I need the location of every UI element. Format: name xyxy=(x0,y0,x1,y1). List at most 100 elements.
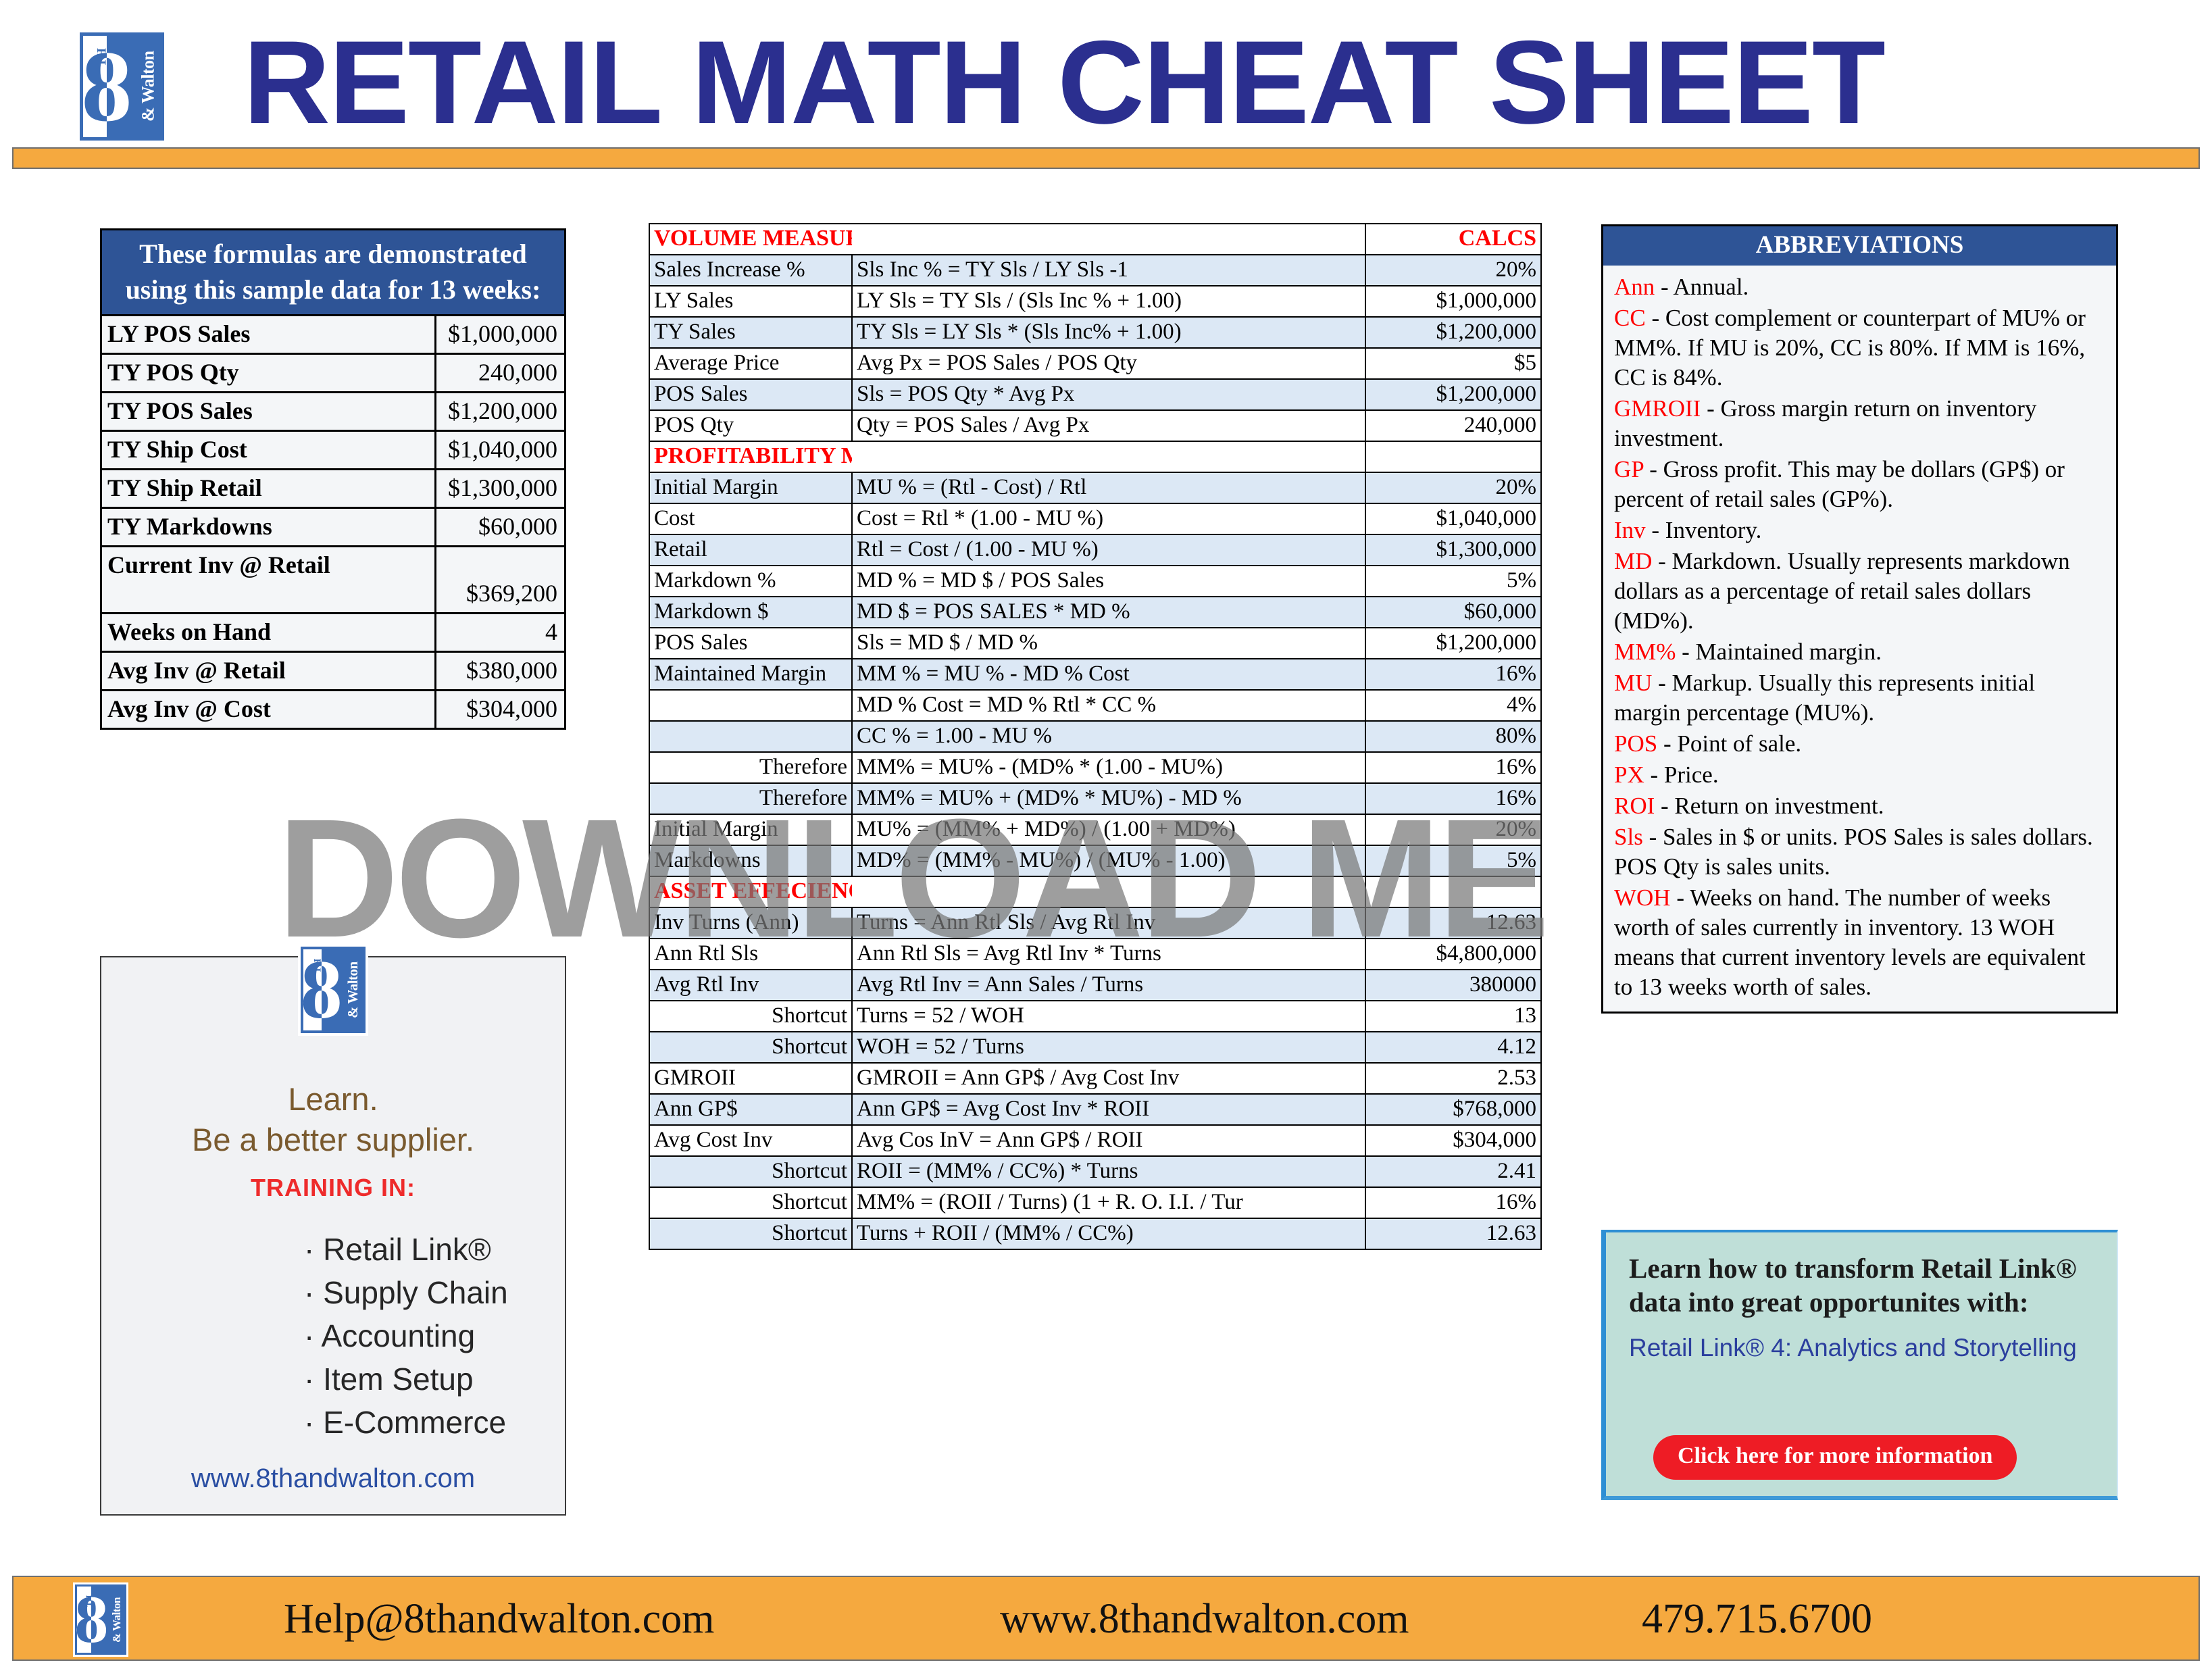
formula-expression: MD $ = POS SALES * MD % xyxy=(851,596,1366,628)
formula-row: POS Qty Qty = POS Sales / Avg Px 240,000 xyxy=(649,409,1542,442)
formula-expression: LY Sls = TY Sls / (Sls Inc % + 1.00) xyxy=(851,285,1366,318)
formula-row: Avg Cost Inv Avg Cos InV = Ann GP$ / ROII… xyxy=(649,1124,1542,1157)
company-logo: 8 8 TH & Walton xyxy=(80,32,164,141)
sample-data-heading: These formulas are demonstrated using th… xyxy=(102,230,564,314)
abbreviation-entry: ROI - Return on investment. xyxy=(1614,791,2107,821)
sample-data-row: Current Inv @ Retail $369,200 xyxy=(102,545,564,612)
formula-calc-value: $1,000,000 xyxy=(1365,285,1542,318)
promo-tagline: Learn. Be a better supplier. xyxy=(101,1079,565,1160)
formula-row: Markdowns MD% = (MM% - MU%) / (MU% - 1.00… xyxy=(649,845,1542,877)
formula-row: CC % = 1.00 - MU % 80% xyxy=(649,720,1542,753)
formula-row: Therefore MM% = MU% + (MD% * MU%) - MD % 1… xyxy=(649,782,1542,815)
formula-label: Sales Increase % xyxy=(649,254,853,286)
section-title-spacer xyxy=(852,441,1366,473)
promo-tagline-line1: Learn. xyxy=(288,1081,378,1117)
sample-data-row: TY POS Qty 240,000 xyxy=(102,353,564,391)
formula-calc-value: 80% xyxy=(1365,720,1542,753)
formula-calc-value: $5 xyxy=(1365,347,1542,380)
sample-data-value: $1,200,000 xyxy=(436,393,564,430)
formula-calc-value: 20% xyxy=(1365,814,1542,846)
sample-data-value: 4 xyxy=(436,614,564,651)
formula-expression: Rtl = Cost / (1.00 - MU %) xyxy=(851,534,1366,566)
abbreviation-definition: - Return on investment. xyxy=(1655,793,1884,819)
sample-data-label: Current Inv @ Retail xyxy=(102,547,436,612)
promo-training-label: TRAINING IN: xyxy=(251,1174,416,1201)
formula-expression: Turns = Ann Rtl Sls / Avg Rtl Inv xyxy=(851,907,1366,939)
formula-calc-value: $1,300,000 xyxy=(1365,534,1542,566)
formula-calc-value: 380000 xyxy=(1365,969,1542,1001)
formula-row: Shortcut ROII = (MM% / CC%) * Turns 2.41 xyxy=(649,1155,1542,1188)
formula-expression: GMROII = Ann GP$ / Avg Cost Inv xyxy=(851,1062,1366,1095)
formula-row: Shortcut MM% = (ROII / Turns) (1 + R. O. … xyxy=(649,1187,1542,1219)
formula-label: Avg Cost Inv xyxy=(649,1124,853,1157)
section-calcs-spacer xyxy=(1365,441,1542,473)
promo-training-item: · Retail Link® xyxy=(304,1232,491,1267)
formula-row: TY Sales TY Sls = LY Sls * (Sls Inc% + 1.… xyxy=(649,316,1542,349)
abbreviation-definition: - Point of sale. xyxy=(1657,730,1802,757)
section-title: VOLUME MEASURES xyxy=(649,223,852,255)
abbreviation-key: MU xyxy=(1614,670,1653,696)
sample-data-label: Avg Inv @ Cost xyxy=(102,691,436,728)
footer-email[interactable]: Help@8thandwalton.com xyxy=(284,1587,714,1651)
footer-website[interactable]: www.8thandwalton.com xyxy=(1000,1587,1409,1651)
promo-training-item: · Supply Chain xyxy=(304,1275,508,1310)
formula-calc-value: 2.53 xyxy=(1365,1062,1542,1095)
formula-label xyxy=(649,720,853,753)
formula-expression: MU % = (Rtl - Cost) / Rtl xyxy=(851,472,1366,504)
promo-training-item: · Item Setup xyxy=(304,1362,474,1397)
sample-data-value: $304,000 xyxy=(436,691,564,728)
formula-calc-value: 2.41 xyxy=(1365,1155,1542,1188)
formula-calc-value: $60,000 xyxy=(1365,596,1542,628)
formula-calc-value: $1,200,000 xyxy=(1365,378,1542,411)
formula-calc-value: 240,000 xyxy=(1365,409,1542,442)
formula-label: Shortcut xyxy=(649,1187,853,1219)
header-divider-bar xyxy=(12,147,2200,169)
formula-calc-value: 5% xyxy=(1365,845,1542,877)
formula-label: Inv Turns (Ann) xyxy=(649,907,853,939)
formula-expression: MM% = MU% - (MD% * (1.00 - MU%) xyxy=(851,751,1366,784)
sample-data-label: TY Ship Retail xyxy=(102,470,436,507)
formula-calc-value: 13 xyxy=(1365,1000,1542,1032)
abbreviation-key: Ann xyxy=(1614,274,1655,300)
formula-row: Inv Turns (Ann) Turns = Ann Rtl Sls / Avg… xyxy=(649,907,1542,939)
abbreviation-entry: CC - Cost complement or counterpart of M… xyxy=(1614,303,2107,393)
footer-phone[interactable]: 479.715.6700 xyxy=(1642,1587,1872,1651)
formula-row: Sales Increase % Sls Inc % = TY Sls / LY … xyxy=(649,254,1542,286)
more-information-button[interactable]: Click here for more information xyxy=(1653,1435,2017,1480)
formula-expression: MM% = (ROII / Turns) (1 + R. O. I.I. / T… xyxy=(851,1187,1366,1219)
formula-row: Ann Rtl Sls Ann Rtl Sls = Avg Rtl Inv * T… xyxy=(649,938,1542,970)
formula-row: Maintained Margin MM % = MU % - MD % Cost… xyxy=(649,658,1542,691)
formula-label: Avg Rtl Inv xyxy=(649,969,853,1001)
formula-row: Initial Margin MU% = (MM% + MD%) / (1.00 … xyxy=(649,814,1542,846)
formula-calc-value: $1,200,000 xyxy=(1365,627,1542,659)
formula-row: Shortcut WOH = 52 / Turns 4.12 xyxy=(649,1031,1542,1064)
formula-expression: MD % = MD $ / POS Sales xyxy=(851,565,1366,597)
formula-calc-value: 20% xyxy=(1365,254,1542,286)
formula-label: Markdowns xyxy=(649,845,853,877)
sample-data-label: Avg Inv @ Retail xyxy=(102,653,436,689)
sample-data-value: $60,000 xyxy=(436,509,564,545)
sample-data-value: $369,200 xyxy=(436,547,564,612)
formula-row: Average Price Avg Px = POS Sales / POS Qt… xyxy=(649,347,1542,380)
abbreviation-key: POS xyxy=(1614,730,1658,757)
abbreviation-definition: - Inventory. xyxy=(1645,517,1762,543)
formula-expression: Cost = Rtl * (1.00 - MU %) xyxy=(851,503,1366,535)
formula-calc-value: 4% xyxy=(1365,689,1542,722)
sample-data-value: $1,040,000 xyxy=(436,432,564,468)
abbreviation-key: Sls xyxy=(1614,824,1643,850)
formula-expression: Ann Rtl Sls = Avg Rtl Inv * Turns xyxy=(851,938,1366,970)
formula-expression: MD% = (MM% - MU%) / (MU% - 1.00) xyxy=(851,845,1366,877)
formula-row: LY Sales LY Sls = TY Sls / (Sls Inc % + 1… xyxy=(649,285,1542,318)
abbreviation-key: WOH xyxy=(1614,884,1671,911)
formula-label: Shortcut xyxy=(649,1031,853,1064)
page-title: RETAIL MATH CHEAT SHEET xyxy=(243,17,1886,149)
formula-expression: MM% = MU% + (MD% * MU%) - MD % xyxy=(851,782,1366,815)
abbreviation-key: CC xyxy=(1614,305,1646,331)
promo-website-link[interactable]: www.8thandwalton.com xyxy=(101,1464,565,1494)
formula-calc-value: 16% xyxy=(1365,751,1542,784)
formula-expression: MU% = (MM% + MD%) / (1.00 + MD%) xyxy=(851,814,1366,846)
abbreviation-entry: PX - Price. xyxy=(1614,760,2107,790)
formula-expression: Ann GP$ = Avg Cost Inv * ROII xyxy=(851,1093,1366,1126)
formula-label: LY Sales xyxy=(649,285,853,318)
formula-expression: WOH = 52 / Turns xyxy=(851,1031,1366,1064)
